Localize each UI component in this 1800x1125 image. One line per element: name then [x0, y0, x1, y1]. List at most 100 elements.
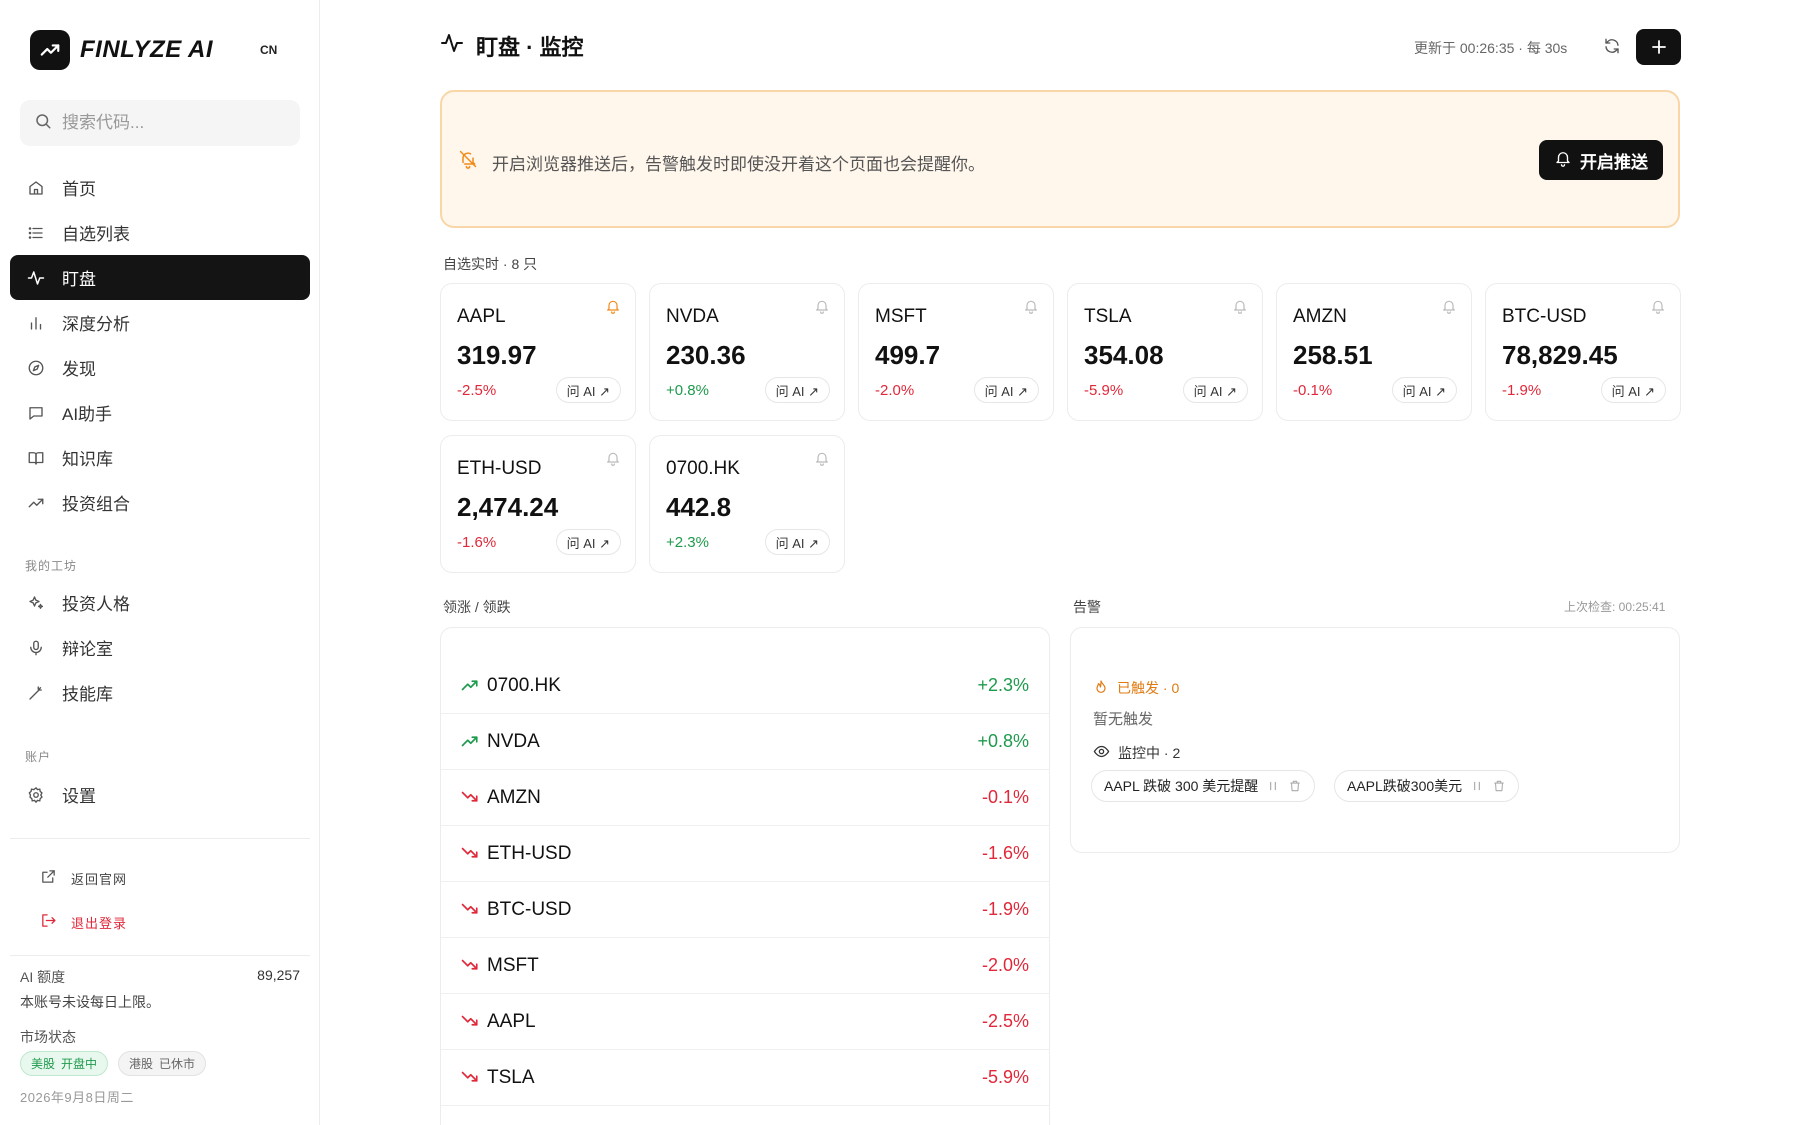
- mover-row[interactable]: AAPL -2.5%: [441, 994, 1049, 1050]
- ask-ai-button[interactable]: 问 AI ↗: [1600, 377, 1666, 403]
- watchlist-section-title: 自选实时 · 8 只: [443, 256, 538, 272]
- trash-icon[interactable]: [1288, 779, 1302, 793]
- bell-icon[interactable]: [814, 298, 830, 319]
- ai-quota-value: 89,257: [257, 967, 300, 983]
- ask-ai-button[interactable]: 问 AI ↗: [764, 529, 830, 555]
- mover-change: +2.3%: [977, 675, 1029, 695]
- bell-icon[interactable]: [605, 298, 621, 319]
- mover-row[interactable]: BTC-USD -1.9%: [441, 882, 1049, 938]
- trending-down-icon: [461, 790, 479, 809]
- ai-quota-label: AI 额度: [20, 969, 66, 985]
- watch-card[interactable]: AAPL 319.97 -2.5% 问 AI ↗: [440, 283, 636, 421]
- book-icon: [26, 448, 46, 468]
- mover-symbol: 0700.HK: [487, 675, 561, 696]
- nav-item-skills[interactable]: 技能库: [10, 670, 310, 715]
- brand-logo[interactable]: FINLYZE AI: [30, 30, 213, 70]
- refresh-button[interactable]: [1600, 36, 1624, 60]
- trending-down-icon: [461, 1014, 479, 1033]
- nav-item-portfolio[interactable]: 投资组合: [10, 480, 310, 525]
- sparkles-icon: [26, 593, 46, 613]
- mover-row[interactable]: AMZN -0.1%: [441, 770, 1049, 826]
- back-to-site-link[interactable]: 返回官网: [40, 868, 127, 888]
- mover-row[interactable]: NVDA +0.8%: [441, 714, 1049, 770]
- bell-icon[interactable]: [1023, 298, 1039, 319]
- page-title: 盯盘 · 监控: [440, 30, 584, 62]
- watch-symbol: TSLA: [1084, 306, 1132, 327]
- nav-label: 盯盘: [62, 270, 96, 289]
- pulse-icon: [26, 268, 46, 288]
- bell-icon[interactable]: [1650, 298, 1666, 319]
- logout-link[interactable]: 退出登录: [40, 912, 127, 932]
- monitoring-status: 监控中 · 2: [1093, 743, 1180, 763]
- ask-ai-button[interactable]: 问 AI ↗: [764, 377, 830, 403]
- ask-ai-button[interactable]: 问 AI ↗: [1391, 377, 1457, 403]
- alert-chip[interactable]: AAPL跌破300美元: [1334, 770, 1520, 802]
- bell-icon[interactable]: [814, 450, 830, 471]
- mover-change: -1.9%: [981, 899, 1029, 919]
- watch-change: -2.5%: [457, 382, 497, 399]
- watch-change: -5.9%: [1084, 382, 1124, 399]
- plus-icon: [1650, 32, 1668, 63]
- home-icon: [26, 178, 46, 198]
- hk-market-status: 已休市: [159, 1057, 196, 1071]
- mover-change: -2.5%: [981, 1011, 1029, 1031]
- bell-icon[interactable]: [1441, 298, 1457, 319]
- mover-row[interactable]: 0700.HK +2.3%: [441, 658, 1049, 714]
- search-input[interactable]: [62, 113, 282, 133]
- market-status-label: 市场状态: [20, 1029, 76, 1045]
- nav-item-watchlist[interactable]: 自选列表: [10, 210, 310, 255]
- pause-icon[interactable]: [1266, 779, 1280, 793]
- nav-item-settings[interactable]: 设置: [10, 772, 310, 817]
- nav-item-persona[interactable]: 投资人格: [10, 580, 310, 625]
- bell-icon[interactable]: [605, 450, 621, 471]
- watch-symbol: AAPL: [457, 306, 506, 327]
- mover-row[interactable]: MSFT -2.0%: [441, 938, 1049, 994]
- nav-item-home[interactable]: 首页: [10, 165, 310, 210]
- eye-icon: [1093, 743, 1110, 763]
- watch-card[interactable]: NVDA 230.36 +0.8% 问 AI ↗: [649, 283, 845, 421]
- mover-symbol: AAPL: [487, 1011, 536, 1032]
- watch-card[interactable]: BTC-USD 78,829.45 -1.9% 问 AI ↗: [1485, 283, 1681, 421]
- watch-card[interactable]: 0700.HK 442.8 +2.3% 问 AI ↗: [649, 435, 845, 573]
- ask-ai-button[interactable]: 问 AI ↗: [555, 529, 621, 555]
- enable-push-button[interactable]: 开启推送: [1539, 140, 1663, 180]
- account-section-title: 账户: [25, 750, 52, 764]
- nav-item-discover[interactable]: 发现: [10, 345, 310, 390]
- ask-ai-button[interactable]: 问 AI ↗: [973, 377, 1039, 403]
- watch-card[interactable]: TSLA 354.08 -5.9% 问 AI ↗: [1067, 283, 1263, 421]
- workshop-section-title: 我的工坊: [25, 559, 78, 573]
- back-to-site-label: 返回官网: [71, 871, 128, 887]
- us-market-status: 开盘中: [61, 1057, 98, 1071]
- watch-symbol: ETH-USD: [457, 458, 542, 479]
- mover-change: -5.9%: [981, 1067, 1029, 1087]
- pause-icon[interactable]: [1470, 779, 1484, 793]
- list-icon: [26, 223, 46, 243]
- add-alert-button[interactable]: [1636, 29, 1681, 65]
- ask-ai-button[interactable]: 问 AI ↗: [1182, 377, 1248, 403]
- mover-symbol: NVDA: [487, 731, 540, 752]
- trending-up-icon: [26, 493, 46, 513]
- nav-item-analysis[interactable]: 深度分析: [10, 300, 310, 345]
- watch-card[interactable]: AMZN 258.51 -0.1% 问 AI ↗: [1276, 283, 1472, 421]
- nav-item-debate[interactable]: 辩论室: [10, 625, 310, 670]
- mover-symbol: BTC-USD: [487, 899, 572, 920]
- alert-chip[interactable]: AAPL 跌破 300 美元提醒: [1091, 770, 1316, 802]
- watch-card[interactable]: ETH-USD 2,474.24 -1.6% 问 AI ↗: [440, 435, 636, 573]
- bell-ring-icon: [1554, 149, 1572, 172]
- nav-item-ai-assistant[interactable]: AI助手: [10, 390, 310, 435]
- alert-chip-label: AAPL跌破300美元: [1347, 778, 1463, 794]
- trending-down-icon: [461, 902, 479, 921]
- language-toggle[interactable]: CN: [260, 43, 277, 57]
- watch-card[interactable]: MSFT 499.7 -2.0% 问 AI ↗: [858, 283, 1054, 421]
- nav-item-knowledge[interactable]: 知识库: [10, 435, 310, 480]
- search-box[interactable]: [20, 100, 300, 146]
- sidebar-divider: [10, 838, 310, 839]
- bell-icon[interactable]: [1232, 298, 1248, 319]
- mover-row[interactable]: TSLA -5.9%: [441, 1050, 1049, 1106]
- ask-ai-button[interactable]: 问 AI ↗: [555, 377, 621, 403]
- nav-item-monitor[interactable]: 盯盘: [10, 255, 310, 300]
- trash-icon[interactable]: [1492, 779, 1506, 793]
- alerts-panel: 已触发 · 0 暂无触发 监控中 · 2 AAPL 跌破 300 美元提醒 AA…: [1070, 627, 1680, 853]
- nav-label: 自选列表: [62, 225, 130, 244]
- mover-row[interactable]: ETH-USD -1.6%: [441, 826, 1049, 882]
